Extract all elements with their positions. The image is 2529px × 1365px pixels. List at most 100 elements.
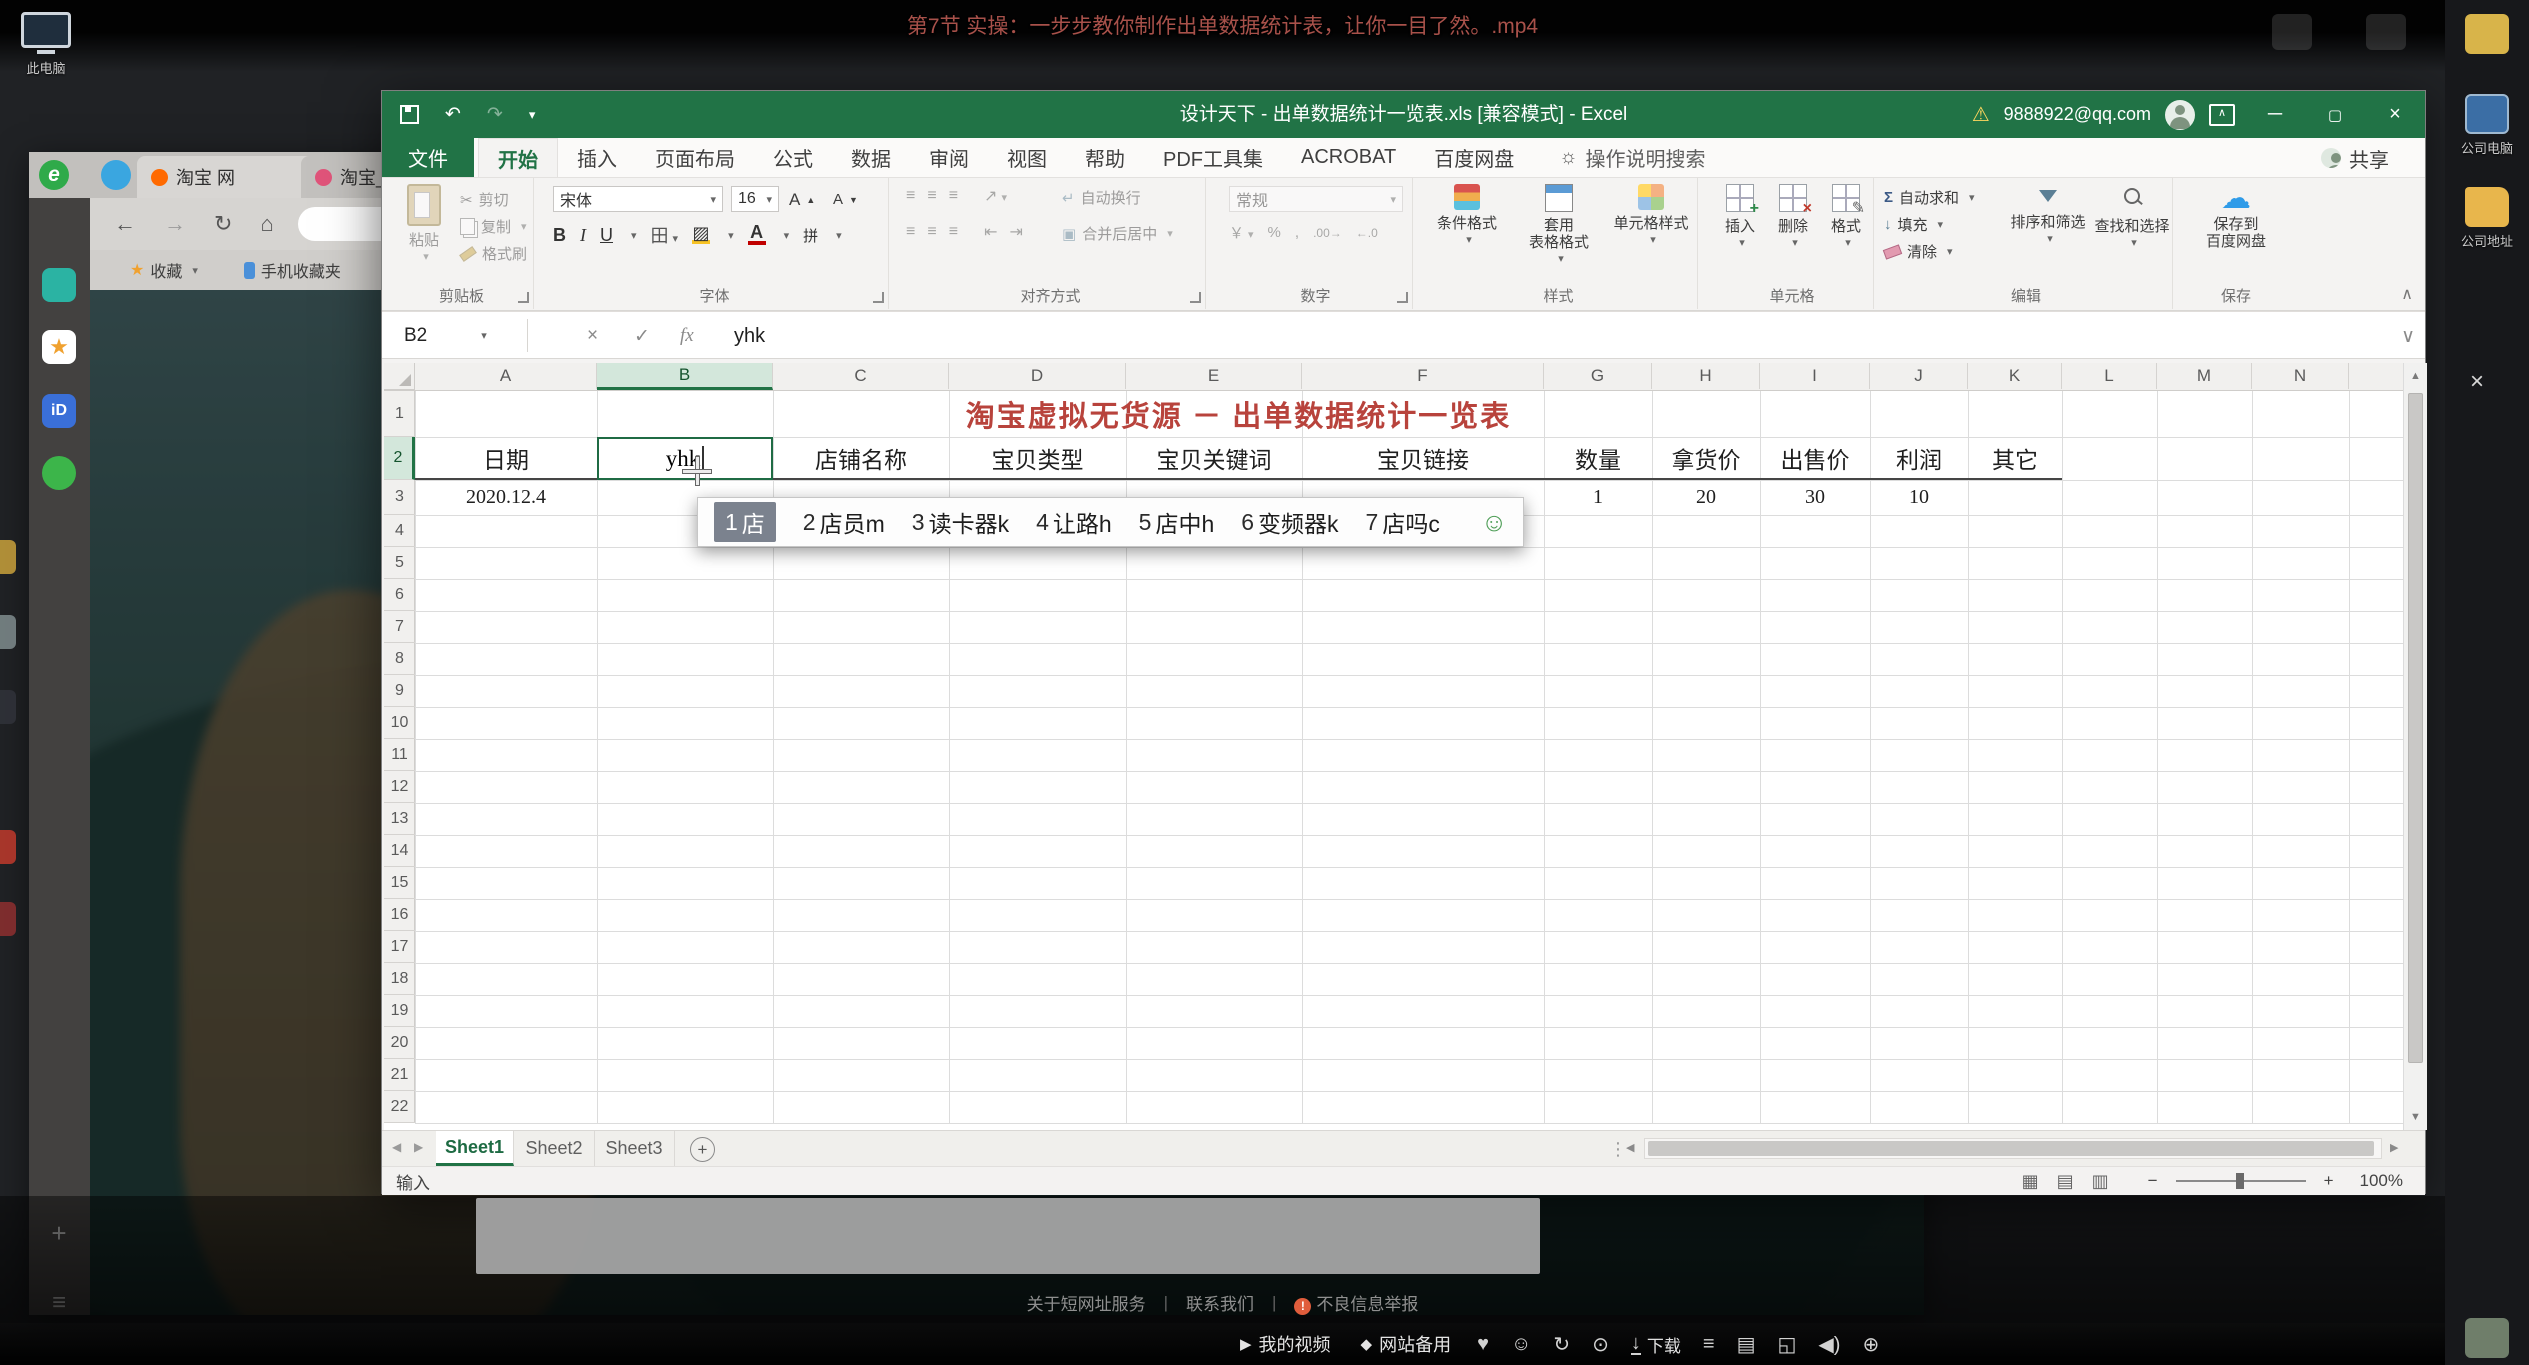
ribbon-display-icon[interactable]: ∧ — [2209, 104, 2235, 126]
horizontal-scrollbar[interactable] — [1644, 1138, 2382, 1159]
percent-icon[interactable]: % — [1268, 224, 1281, 241]
download-icon[interactable]: ↓下载 — [1631, 1332, 1681, 1357]
format-painter-button[interactable]: 格式刷 — [460, 240, 527, 267]
column-header-D[interactable]: D — [949, 363, 1126, 389]
tab-baidu-pan[interactable]: 百度网盘 — [1415, 138, 1533, 177]
row-header-12[interactable]: 12 — [384, 771, 415, 803]
playlist-icon[interactable]: ≡ — [1703, 1333, 1715, 1356]
desktop-shortcut[interactable]: 公司电脑 — [2445, 94, 2529, 157]
zoom-icon[interactable]: ⊕ — [1862, 1332, 1879, 1357]
column-header-F[interactable]: F — [1302, 363, 1544, 389]
browser-tab-taobao[interactable]: 淘宝 网 — [137, 156, 323, 198]
cell-A2[interactable]: 日期 — [415, 437, 597, 480]
heart-icon[interactable]: ♥ — [1477, 1333, 1489, 1356]
column-header-N[interactable]: N — [2252, 363, 2349, 389]
tab-file[interactable]: 文件 — [382, 138, 474, 177]
sidebar-id-icon[interactable]: iD — [42, 394, 76, 428]
italic-button[interactable]: I — [580, 225, 586, 246]
bold-button[interactable]: B — [553, 225, 566, 246]
font-name-select[interactable]: 宋体▾ — [553, 186, 723, 212]
cell-H2[interactable]: 拿货价 — [1652, 437, 1760, 480]
merge-center-button[interactable]: ▣合并后居中▾ — [1062, 220, 1173, 247]
increase-decimal-icon[interactable]: .00→ — [1313, 226, 1342, 240]
sheet-tab-sheet2[interactable]: Sheet2 — [514, 1131, 595, 1166]
cell-I2[interactable]: 出售价 — [1760, 437, 1870, 480]
row-header-6[interactable]: 6 — [384, 579, 415, 611]
shrink-font-button[interactable]: A▼ — [833, 186, 858, 213]
redo-icon[interactable]: ↷ — [487, 103, 503, 126]
tab-data[interactable]: 数据 — [832, 138, 910, 177]
maximize-button[interactable]: ▢ — [2305, 91, 2365, 138]
scroll-up-icon[interactable]: ▲ — [2404, 363, 2427, 389]
bookmark-mobile-favorites[interactable]: 手机收藏夹 — [244, 258, 341, 282]
column-header-A[interactable]: A — [415, 363, 597, 389]
new-sheet-icon[interactable]: + — [690, 1137, 715, 1162]
desktop-shortcut-icon[interactable] — [0, 830, 16, 864]
tell-me-search[interactable]: ☼ 操作说明搜索 — [1559, 138, 1705, 177]
ime-candidate-1[interactable]: 1店 — [714, 502, 776, 542]
hscroll-right-icon[interactable]: ▶ — [2390, 1141, 2398, 1154]
paste-button[interactable]: 粘贴▾ — [394, 184, 454, 266]
column-header-J[interactable]: J — [1870, 363, 1968, 389]
wrap-text-button[interactable]: ↵自动换行 — [1062, 184, 1141, 211]
column-header-I[interactable]: I — [1760, 363, 1870, 389]
browser-logo-icon[interactable]: e — [39, 160, 69, 190]
tab-view[interactable]: 视图 — [988, 138, 1066, 177]
column-header-H[interactable]: H — [1652, 363, 1760, 389]
decrease-indent-icon[interactable]: ⇤ — [984, 222, 997, 242]
avatar[interactable] — [2165, 100, 2195, 130]
sheet-nav-right-icon[interactable]: ▶ — [414, 1140, 423, 1154]
zoom-out-icon[interactable]: − — [2148, 1171, 2158, 1191]
save-to-baidu-pan-button[interactable]: ☁ 保存到 百度网盘 — [2194, 184, 2278, 250]
refresh-icon[interactable]: ↻ — [214, 211, 232, 237]
confirm-entry-icon[interactable]: ✓ — [634, 312, 650, 360]
expand-formula-bar-icon[interactable]: ∨ — [2401, 312, 2415, 360]
tab-review[interactable]: 审阅 — [910, 138, 988, 177]
cast-icon[interactable]: ⊙ — [1592, 1332, 1609, 1357]
row-header-18[interactable]: 18 — [384, 963, 415, 995]
increase-indent-icon[interactable]: ⇥ — [1009, 222, 1022, 242]
column-header-G[interactable]: G — [1544, 363, 1652, 389]
collapse-ribbon-icon[interactable]: ∧ — [2401, 284, 2413, 304]
tab-pdf-tools[interactable]: PDF工具集 — [1144, 138, 1282, 177]
row-header-16[interactable]: 16 — [384, 899, 415, 931]
share-button[interactable]: 共享 — [2321, 138, 2389, 178]
orientation-icon[interactable]: ↗▾ — [984, 186, 1007, 206]
row-header-2[interactable]: 2 — [384, 437, 415, 480]
format-cells-button[interactable]: ✎ 格式▾ — [1821, 184, 1871, 252]
ime-candidate-2[interactable]: 2店员m — [803, 505, 885, 539]
cell-C2[interactable]: 店铺名称 — [773, 437, 949, 480]
cancel-entry-icon[interactable]: × — [587, 312, 598, 360]
normal-view-icon[interactable]: ▦ — [2022, 1171, 2039, 1192]
floating-close-icon[interactable]: × — [2470, 368, 2484, 396]
autosum-button[interactable]: Σ自动求和▾ — [1884, 184, 1975, 211]
column-header-K[interactable]: K — [1968, 363, 2062, 389]
row-header-7[interactable]: 7 — [384, 611, 415, 643]
formula-content[interactable]: yhk — [734, 312, 765, 360]
find-select-button[interactable]: 查找和选择▾ — [2092, 184, 2172, 252]
footer-link[interactable]: !不良信息举报 — [1294, 1290, 1418, 1315]
select-all-corner[interactable] — [384, 363, 415, 390]
row-header-19[interactable]: 19 — [384, 995, 415, 1027]
tab-acrobat[interactable]: ACROBAT — [1282, 138, 1415, 177]
cell-J3[interactable]: 10 — [1870, 480, 1968, 515]
scrollbar-thumb[interactable] — [2408, 393, 2423, 1063]
row-header-4[interactable]: 4 — [384, 515, 415, 547]
row-header-9[interactable]: 9 — [384, 675, 415, 707]
cell-E2[interactable]: 宝贝关键词 — [1126, 437, 1302, 480]
font-size-select[interactable]: 16▾ — [731, 186, 779, 212]
row-header-20[interactable]: 20 — [384, 1027, 415, 1059]
account-email[interactable]: 9888922@qq.com — [2004, 104, 2151, 125]
borders-icon[interactable]: 田▾ — [651, 222, 679, 248]
row-header-10[interactable]: 10 — [384, 707, 415, 739]
desktop-shortcut-icon[interactable] — [0, 902, 16, 936]
scroll-down-icon[interactable]: ▼ — [2404, 1104, 2427, 1130]
row-header-21[interactable]: 21 — [384, 1059, 415, 1091]
ime-candidate-3[interactable]: 3读卡器k — [912, 505, 1009, 539]
desktop-shortcut-icon[interactable] — [0, 615, 16, 649]
column-header-M[interactable]: M — [2157, 363, 2252, 389]
ime-candidate-4[interactable]: 4让路h — [1036, 505, 1112, 539]
footer-link[interactable]: 联系我们 — [1186, 1290, 1254, 1315]
sidebar-favorites-icon[interactable]: ★ — [42, 330, 76, 364]
row-header-22[interactable]: 22 — [384, 1091, 415, 1123]
